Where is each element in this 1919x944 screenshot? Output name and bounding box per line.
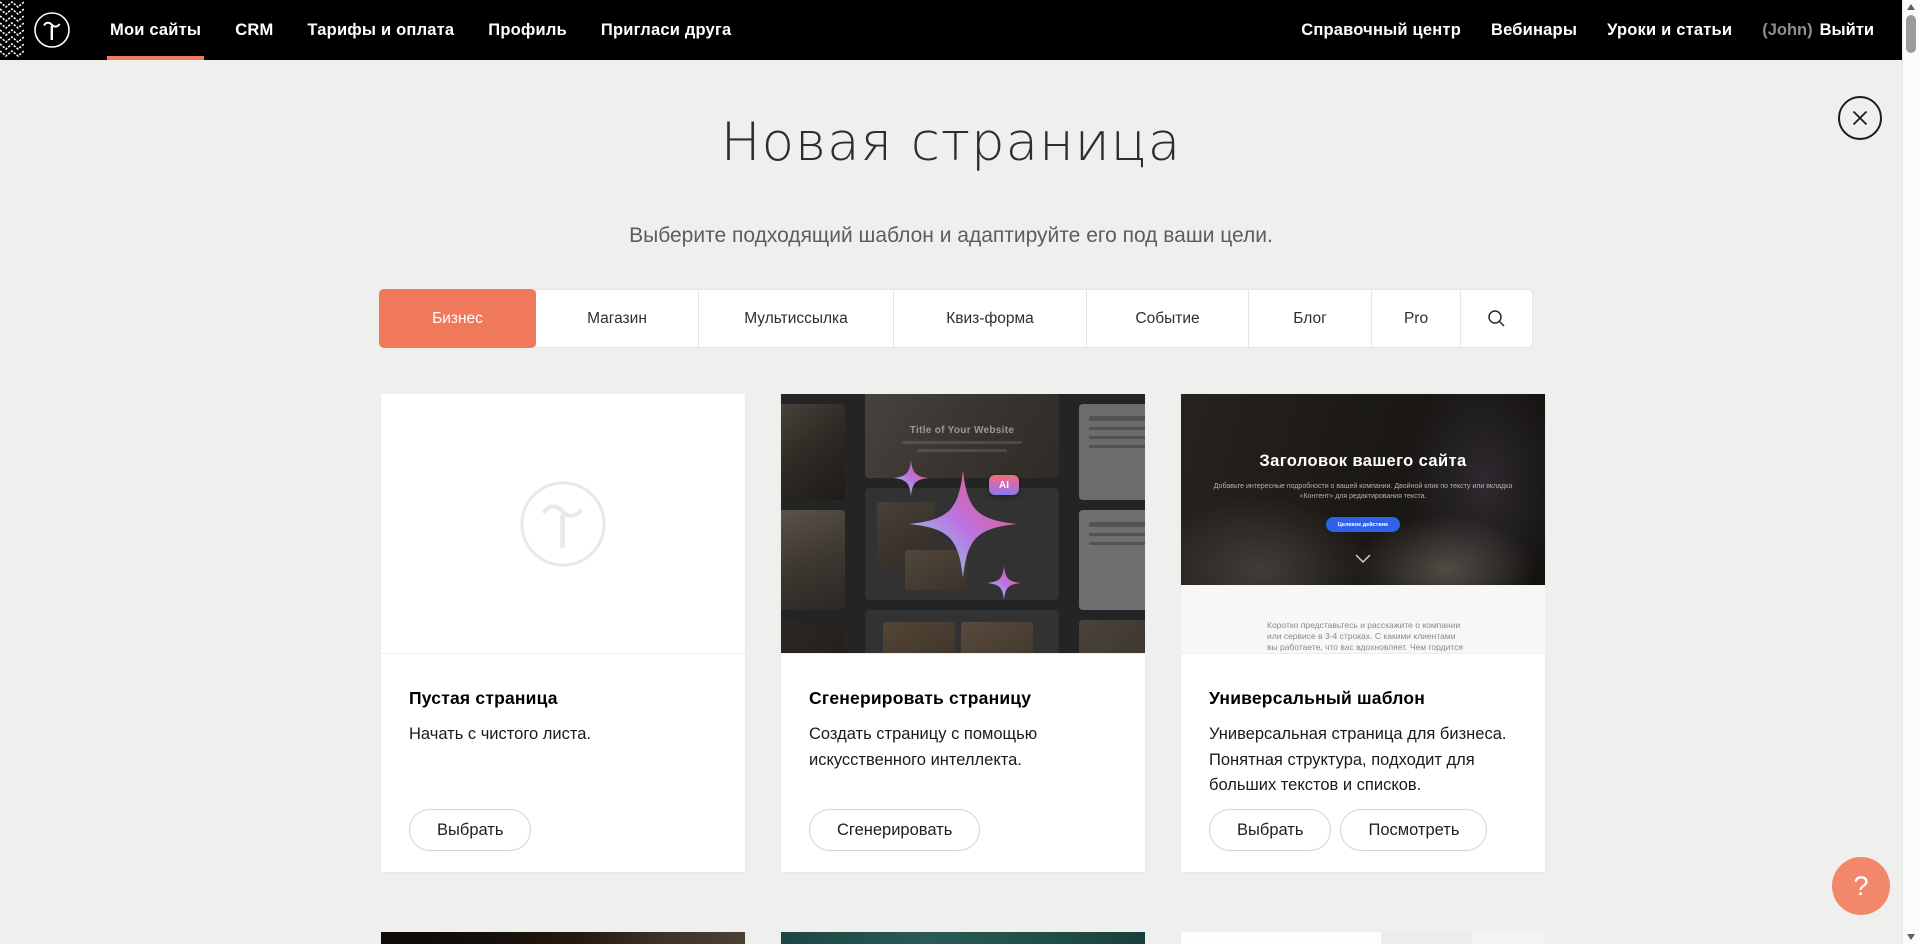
nav-tariffs-label: Тарифы и оплата	[307, 21, 454, 40]
generate-button[interactable]: Сгенерировать	[809, 809, 980, 851]
nav-lessons[interactable]: Уроки и статьи	[1607, 0, 1732, 60]
page-subtitle: Выберите подходящий шаблон и адаптируйте…	[0, 224, 1902, 248]
tab-shop-label: Магазин	[587, 310, 647, 328]
logout-label: Выйти	[1820, 21, 1874, 40]
blank-page-preview	[381, 394, 745, 654]
nav-webinars[interactable]: Вебинары	[1491, 0, 1577, 60]
choose-universal-button[interactable]: Выбрать	[1209, 809, 1331, 851]
tilda-watermark-icon	[517, 478, 609, 570]
card-title: Пустая страница	[409, 654, 717, 709]
tab-blog[interactable]: Блог	[1248, 289, 1372, 348]
tab-business-label: Бизнес	[432, 310, 483, 328]
universal-template-preview: Заголовок вашего сайта Добавьте интересн…	[1181, 394, 1545, 654]
top-navbar: Мои сайты CRM Тарифы и оплата Профиль Пр…	[0, 0, 1902, 60]
choose-blank-button[interactable]: Выбрать	[409, 809, 531, 851]
nav-my-sites-label: Мои сайты	[110, 21, 201, 40]
hero-cta-button: Целевое действие	[1326, 517, 1400, 532]
nav-help-center[interactable]: Справочный центр	[1301, 0, 1461, 60]
tab-multilink[interactable]: Мультиссылка	[698, 289, 894, 348]
ai-sparkle-small-icon	[893, 460, 929, 496]
template-card-partial[interactable]	[381, 932, 745, 944]
new-page-dialog: Мои сайты CRM Тарифы и оплата Профиль Пр…	[0, 0, 1919, 944]
tab-pro[interactable]: Pro	[1371, 289, 1461, 348]
active-nav-indicator	[107, 56, 204, 60]
nav-lessons-label: Уроки и статьи	[1607, 21, 1732, 40]
nav-tariffs[interactable]: Тарифы и оплата	[307, 0, 454, 60]
nav-invite-friend[interactable]: Пригласи друга	[601, 0, 731, 60]
card-blank-page[interactable]: Пустая страница Начать с чистого листа. …	[381, 394, 745, 872]
card-description: Универсальная страница для бизнеса. Поня…	[1209, 722, 1517, 799]
nav-crm-label: CRM	[235, 21, 273, 40]
tilda-logo[interactable]	[33, 11, 71, 49]
tilda-logo-icon	[33, 11, 71, 49]
card-description: Начать с чистого листа.	[409, 722, 709, 748]
ai-badge: AI	[989, 475, 1019, 495]
nav-invite-friend-label: Пригласи друга	[601, 21, 731, 40]
card-ai-generate-body: Сгенерировать страницу Создать страницу …	[781, 654, 1145, 871]
template-body-section: Коротко представьтесь и расскажите о ком…	[1181, 585, 1545, 654]
ai-sparkle-small-icon	[987, 566, 1021, 600]
template-category-tabs: Бизнес Магазин Мультиссылка Квиз-форма С…	[379, 289, 1533, 348]
preview-universal-button[interactable]: Посмотреть	[1340, 809, 1487, 851]
hero-heading: Заголовок вашего сайта	[1181, 452, 1545, 471]
tab-event[interactable]: Событие	[1086, 289, 1249, 348]
tab-pro-label: Pro	[1404, 310, 1428, 328]
main-menu: Мои сайты CRM Тарифы и оплата Профиль Пр…	[110, 0, 731, 60]
card-blank-page-body: Пустая страница Начать с чистого листа. …	[381, 654, 745, 871]
card-title: Сгенерировать страницу	[809, 654, 1117, 709]
chevron-down-icon	[1355, 554, 1371, 563]
template-grid: Пустая страница Начать с чистого листа. …	[381, 394, 1545, 944]
nav-webinars-label: Вебинары	[1491, 21, 1577, 40]
template-card-partial[interactable]	[1181, 932, 1545, 944]
card-universal-template[interactable]: Заголовок вашего сайта Добавьте интересн…	[1181, 394, 1545, 872]
card-description: Создать страницу с помощью искусственног…	[809, 722, 1069, 773]
help-button[interactable]: ?	[1832, 857, 1890, 915]
scroll-up-arrow-icon[interactable]	[1907, 4, 1915, 10]
template-card-partial[interactable]	[781, 932, 1145, 944]
tab-search[interactable]	[1460, 289, 1533, 348]
nav-crm[interactable]: CRM	[235, 0, 273, 60]
card-title: Универсальный шаблон	[1209, 654, 1517, 709]
tab-quiz-form[interactable]: Квиз-форма	[893, 289, 1087, 348]
tab-multilink-label: Мультиссылка	[744, 310, 848, 328]
nav-profile[interactable]: Профиль	[488, 0, 567, 60]
template-hero: Заголовок вашего сайта Добавьте интересн…	[1181, 394, 1545, 585]
card-ai-generate[interactable]: Title of Your Website	[781, 394, 1145, 872]
secondary-menu: Справочный центр Вебинары Уроки и статьи…	[1301, 0, 1874, 60]
nav-my-sites[interactable]: Мои сайты	[110, 0, 201, 60]
tab-business[interactable]: Бизнес	[379, 289, 536, 348]
tab-event-label: Событие	[1135, 310, 1199, 328]
nav-profile-label: Профиль	[488, 21, 567, 40]
wave-pattern-decoration	[0, 0, 24, 60]
scroll-down-arrow-icon[interactable]	[1907, 934, 1915, 940]
ai-generate-preview: Title of Your Website	[781, 394, 1145, 654]
tab-shop[interactable]: Магазин	[535, 289, 699, 348]
scrollbar-thumb[interactable]	[1906, 15, 1916, 53]
tab-blog-label: Блог	[1293, 310, 1327, 328]
account-username: (John)	[1762, 21, 1812, 40]
help-button-label: ?	[1853, 871, 1868, 901]
template-body-text: Коротко представьтесь и расскажите о ком…	[1267, 620, 1467, 654]
search-icon	[1487, 309, 1506, 328]
scrollbar[interactable]	[1902, 0, 1919, 944]
hero-subheading: Добавьте интересные подробности о вашей …	[1213, 482, 1513, 502]
nav-help-center-label: Справочный центр	[1301, 21, 1461, 40]
card-universal-body: Универсальный шаблон Универсальная стран…	[1181, 654, 1545, 871]
account-logout[interactable]: (John) Выйти	[1762, 21, 1874, 40]
tab-quiz-form-label: Квиз-форма	[946, 310, 1033, 328]
page-title: Новая страница	[0, 112, 1902, 173]
